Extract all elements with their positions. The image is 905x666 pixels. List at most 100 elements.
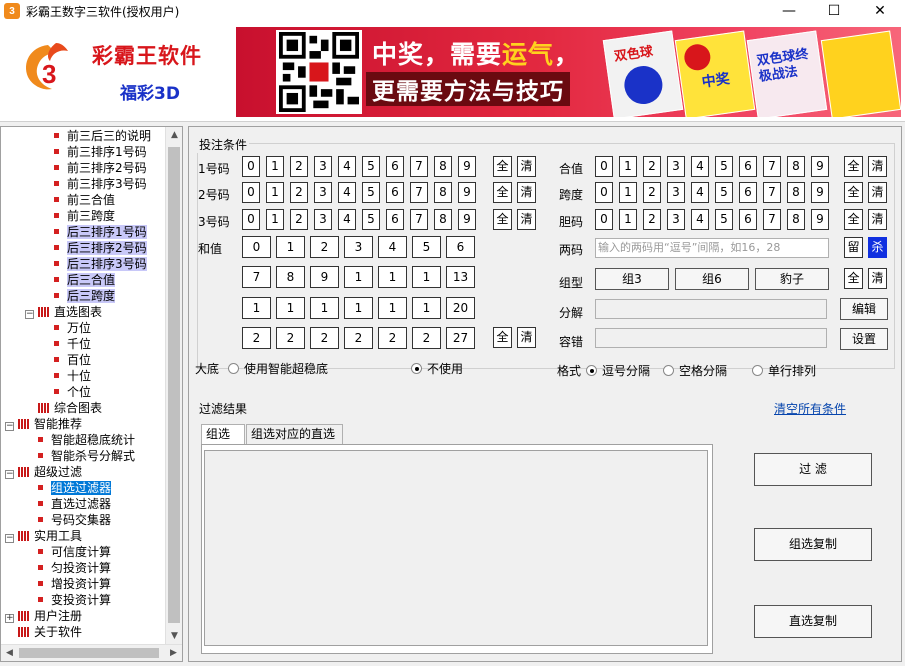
sum-button[interactable]: 8 bbox=[276, 266, 305, 288]
digit-button[interactable]: 6 bbox=[386, 209, 404, 230]
digit-button[interactable]: 6 bbox=[386, 156, 404, 177]
digit-button[interactable]: 0 bbox=[242, 209, 260, 230]
sum-button[interactable]: 1 bbox=[412, 266, 441, 288]
collapse-icon[interactable]: − bbox=[5, 470, 14, 479]
digit-button[interactable]: 7 bbox=[410, 156, 428, 177]
tree-item[interactable]: 关于软件 bbox=[5, 624, 82, 640]
group-type-button[interactable]: 组3 bbox=[595, 268, 669, 290]
digit-button[interactable]: 5 bbox=[362, 209, 380, 230]
digit-button[interactable]: 9 bbox=[458, 156, 476, 177]
scroll-left-icon[interactable]: ◀ bbox=[1, 645, 18, 661]
digit-button[interactable]: 4 bbox=[338, 209, 356, 230]
collapse-icon[interactable]: − bbox=[5, 422, 14, 431]
tree-item[interactable]: 后三排序3号码 bbox=[51, 256, 147, 272]
sum-button[interactable]: 1 bbox=[344, 297, 373, 319]
tree-vertical-scrollbar[interactable]: ▲ ▼ bbox=[165, 127, 182, 645]
results-list[interactable] bbox=[204, 450, 708, 646]
tree-item[interactable]: 前三排序3号码 bbox=[51, 176, 147, 192]
decomp-field[interactable] bbox=[595, 299, 827, 319]
digit-button[interactable]: 8 bbox=[787, 182, 805, 203]
digit-button[interactable]: 2 bbox=[643, 156, 661, 177]
digit-button[interactable]: 4 bbox=[338, 156, 356, 177]
digit-button[interactable]: 9 bbox=[811, 182, 829, 203]
tree-item[interactable]: 变投资计算 bbox=[35, 592, 111, 608]
tree-item[interactable]: − 智能推荐 bbox=[5, 416, 82, 432]
sum-button[interactable]: 1 bbox=[276, 236, 305, 258]
clear-button[interactable]: 清 bbox=[868, 209, 887, 230]
collapse-icon[interactable]: − bbox=[25, 310, 34, 319]
tree-item[interactable]: 后三合值 bbox=[51, 272, 116, 288]
scroll-up-icon[interactable]: ▲ bbox=[166, 127, 182, 144]
sum-button[interactable]: 1 bbox=[310, 297, 339, 319]
digit-button[interactable]: 1 bbox=[266, 209, 284, 230]
base-radio-none[interactable] bbox=[411, 363, 422, 374]
sum-button[interactable]: 1 bbox=[242, 297, 271, 319]
digit-button[interactable]: 7 bbox=[410, 182, 428, 203]
pair-input[interactable]: 输入的两码用“逗号”间隔，如16，28 bbox=[595, 238, 829, 258]
digit-button[interactable]: 7 bbox=[410, 209, 428, 230]
digit-button[interactable]: 1 bbox=[619, 182, 637, 203]
tree-item[interactable]: 前三合值 bbox=[51, 192, 115, 208]
tree-item[interactable]: 百位 bbox=[51, 352, 91, 368]
clear-button[interactable]: 清 bbox=[517, 182, 536, 203]
expand-icon[interactable]: + bbox=[5, 614, 14, 623]
tree-item[interactable]: 智能超稳底统计 bbox=[35, 432, 135, 448]
digit-button[interactable]: 3 bbox=[314, 209, 332, 230]
sum-button[interactable]: 6 bbox=[446, 236, 475, 258]
digit-button[interactable]: 3 bbox=[667, 209, 685, 230]
digit-button[interactable]: 2 bbox=[290, 209, 308, 230]
sum-button[interactable]: 2 bbox=[310, 327, 339, 349]
select-all-button[interactable]: 全 bbox=[493, 156, 512, 177]
tree-item[interactable]: 增投资计算 bbox=[35, 576, 111, 592]
digit-button[interactable]: 4 bbox=[691, 209, 709, 230]
format-radio-single[interactable] bbox=[752, 365, 763, 376]
digit-button[interactable]: 8 bbox=[434, 156, 452, 177]
format-radio-space[interactable] bbox=[663, 365, 674, 376]
sum-button[interactable]: 2 bbox=[412, 327, 441, 349]
tree-item[interactable]: 智能杀号分解式 bbox=[35, 448, 135, 464]
digit-button[interactable]: 6 bbox=[386, 182, 404, 203]
clear-button[interactable]: 清 bbox=[517, 209, 536, 230]
digit-button[interactable]: 8 bbox=[787, 156, 805, 177]
digit-button[interactable]: 1 bbox=[266, 156, 284, 177]
digit-button[interactable]: 6 bbox=[739, 156, 757, 177]
sum-button[interactable]: 9 bbox=[310, 266, 339, 288]
sum-button[interactable]: 2 bbox=[276, 327, 305, 349]
digit-button[interactable]: 1 bbox=[619, 209, 637, 230]
sum-button[interactable]: 27 bbox=[446, 327, 475, 349]
select-all-button[interactable]: 全 bbox=[844, 182, 863, 203]
digit-button[interactable]: 4 bbox=[691, 182, 709, 203]
maximize-button[interactable]: ☐ bbox=[811, 0, 857, 22]
digit-button[interactable]: 2 bbox=[643, 182, 661, 203]
digit-button[interactable]: 3 bbox=[314, 182, 332, 203]
scroll-thumb[interactable] bbox=[168, 147, 180, 623]
tolerance-field[interactable] bbox=[595, 328, 827, 348]
tree-item[interactable]: 万位 bbox=[51, 320, 91, 336]
sum-button[interactable]: 2 bbox=[378, 327, 407, 349]
group-type-button[interactable]: 组6 bbox=[675, 268, 749, 290]
digit-button[interactable]: 4 bbox=[691, 156, 709, 177]
tree-item[interactable]: − 实用工具 bbox=[5, 528, 82, 544]
tree-item[interactable]: 前三后三的说明 bbox=[51, 128, 151, 144]
tree-item[interactable]: − 超级过滤 bbox=[5, 464, 82, 480]
clear-button[interactable]: 清 bbox=[868, 182, 887, 203]
digit-button[interactable]: 4 bbox=[338, 182, 356, 203]
group-type-button[interactable]: 豹子 bbox=[755, 268, 829, 290]
digit-button[interactable]: 0 bbox=[595, 156, 613, 177]
settings-button[interactable]: 设置 bbox=[840, 328, 888, 350]
base-radio-smart[interactable] bbox=[228, 363, 239, 374]
digit-button[interactable]: 1 bbox=[619, 156, 637, 177]
group-select-all-button[interactable]: 全 bbox=[844, 268, 863, 289]
tab-group-direct[interactable]: 组选对应的直选 bbox=[246, 424, 343, 444]
scroll-thumb-horizontal[interactable] bbox=[19, 648, 159, 658]
digit-button[interactable]: 8 bbox=[787, 209, 805, 230]
digit-button[interactable]: 5 bbox=[362, 156, 380, 177]
sum-button[interactable]: 1 bbox=[378, 266, 407, 288]
sum-clear-button[interactable]: 清 bbox=[517, 327, 536, 348]
digit-button[interactable]: 0 bbox=[595, 209, 613, 230]
sum-button[interactable]: 3 bbox=[344, 236, 373, 258]
tree-item[interactable]: 组选过滤器 bbox=[35, 480, 112, 496]
kill-button[interactable]: 杀 bbox=[868, 237, 887, 258]
scroll-down-icon[interactable]: ▼ bbox=[166, 628, 182, 645]
scroll-right-icon[interactable]: ▶ bbox=[165, 645, 182, 661]
